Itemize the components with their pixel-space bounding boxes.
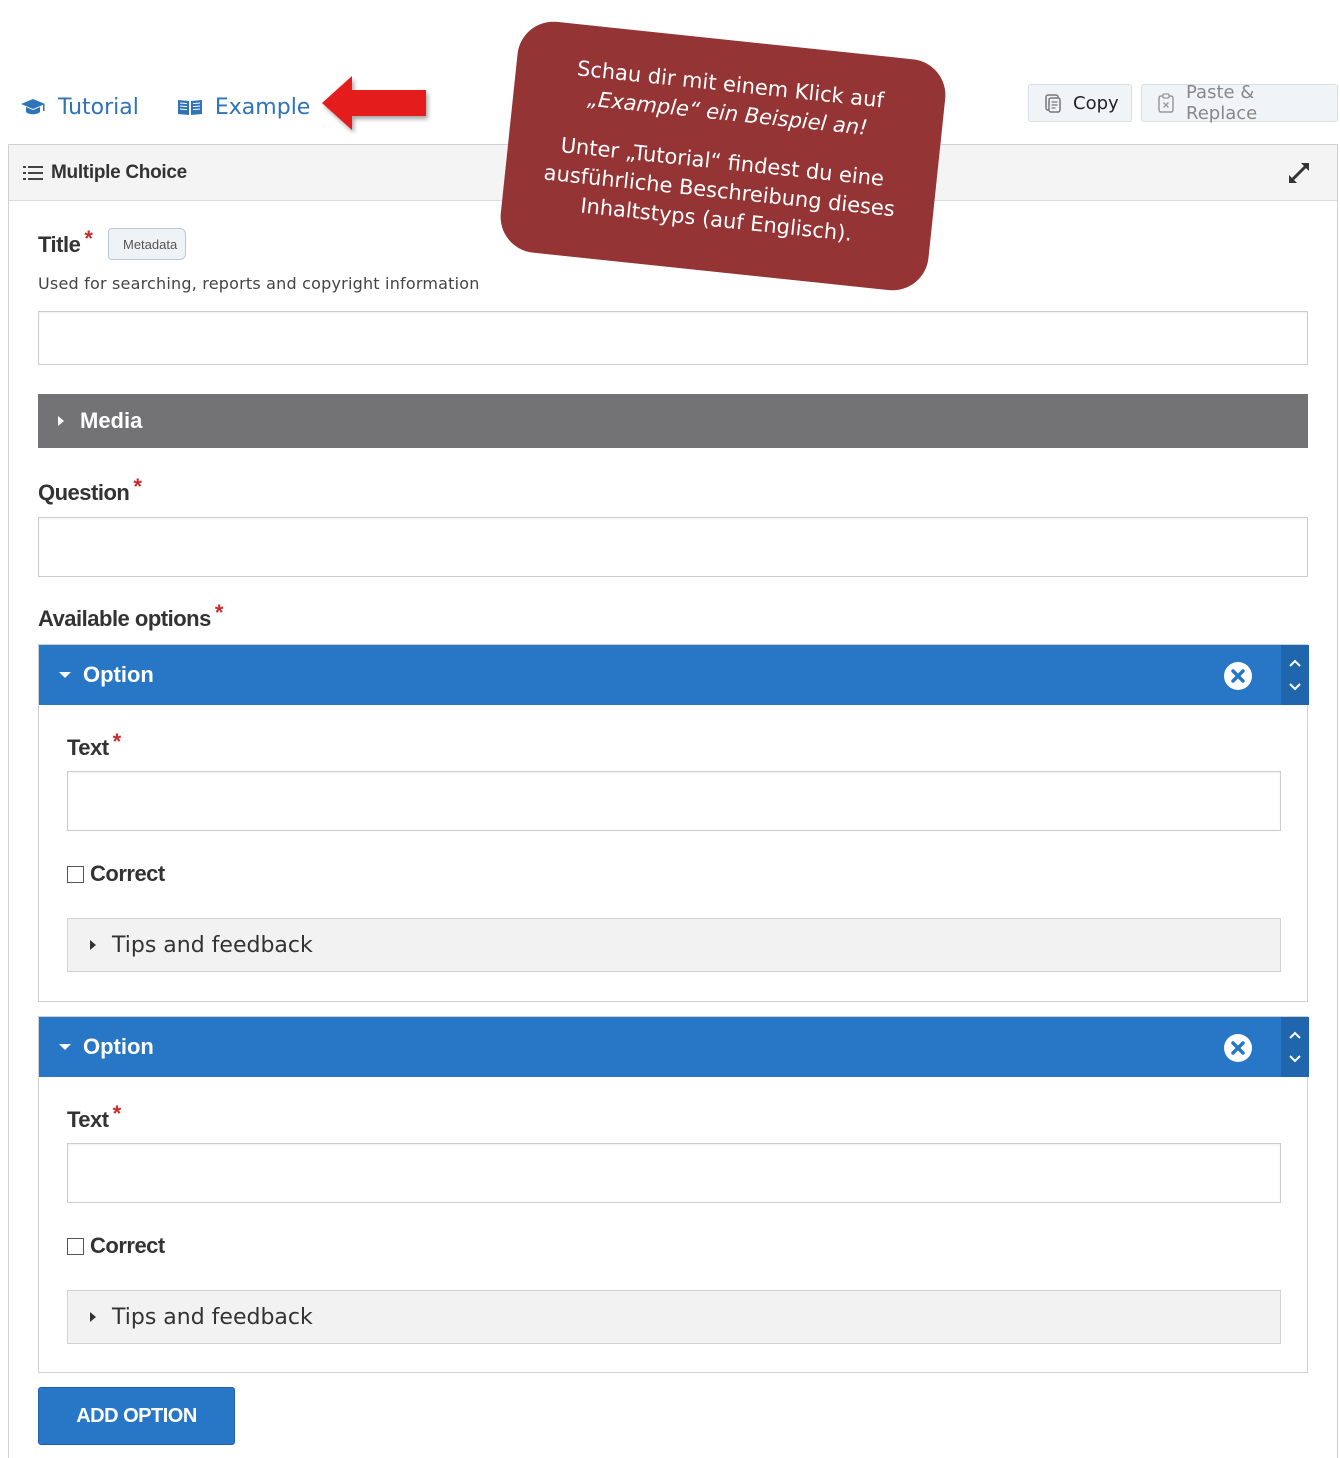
option-text-input[interactable] — [67, 1143, 1281, 1203]
paste-replace-button[interactable]: Paste & Replace — [1141, 82, 1338, 124]
book-open-icon — [177, 98, 203, 116]
correct-checkbox[interactable] — [67, 865, 84, 883]
close-circle-icon[interactable] — [1223, 661, 1253, 697]
expand-icon[interactable] — [1285, 159, 1313, 192]
title-label: Title * — [38, 226, 93, 258]
title-input[interactable] — [38, 311, 1308, 365]
annotation-callout: Schau dir mit einem Klick auf „Example“ … — [497, 18, 949, 294]
example-link[interactable]: Example — [177, 95, 310, 120]
tips-feedback-toggle[interactable]: Tips and feedback — [67, 1290, 1281, 1344]
question-label: Question * — [38, 474, 142, 506]
copy-label: Copy — [1073, 92, 1119, 114]
required-mark: * — [133, 474, 142, 499]
chevron-up-icon[interactable] — [1288, 1023, 1302, 1047]
add-option-button[interactable]: ADD OPTION — [38, 1387, 235, 1445]
question-label-text: Question — [38, 480, 130, 505]
option-header-label: Option — [83, 1034, 154, 1059]
media-label: Media — [80, 408, 143, 433]
paste-icon — [1156, 93, 1176, 113]
option-header-label: Option — [83, 662, 154, 687]
available-options-label-text: Available options — [38, 606, 211, 631]
correct-checkbox-row[interactable]: Correct — [67, 1233, 165, 1259]
option-header[interactable]: Option — [39, 645, 1309, 705]
available-options-label: Available options * — [38, 600, 223, 632]
caret-down-icon — [59, 1044, 71, 1050]
option-item: Option Text * Correct Tips and feedback — [38, 1016, 1309, 1373]
caret-right-icon — [90, 1312, 96, 1322]
option-text-input[interactable] — [67, 771, 1281, 831]
example-label: Example — [214, 94, 311, 120]
paste-replace-label: Paste & Replace — [1186, 82, 1258, 124]
tips-feedback-toggle[interactable]: Tips and feedback — [67, 918, 1281, 972]
option-order-controls — [1281, 645, 1309, 705]
caret-right-icon — [90, 940, 96, 950]
metadata-tag: Metadata — [108, 228, 187, 260]
option-text-label-text: Text — [67, 1107, 109, 1132]
list-icon — [23, 165, 43, 181]
title-description: Used for searching, reports and copyrigh… — [38, 274, 480, 293]
caret-down-icon — [59, 672, 71, 678]
tutorial-link[interactable]: Tutorial — [20, 95, 139, 120]
option-order-controls — [1281, 1017, 1309, 1077]
chevron-down-icon[interactable] — [1288, 675, 1302, 699]
chevron-down-icon[interactable] — [1288, 1047, 1302, 1071]
title-label-text: Title — [38, 232, 81, 257]
copy-button[interactable]: Copy — [1028, 84, 1132, 122]
required-mark: * — [214, 600, 224, 625]
option-text-label: Text * — [67, 1101, 121, 1133]
option-text-label-text: Text — [67, 735, 109, 760]
chevron-up-icon[interactable] — [1288, 651, 1302, 675]
copy-icon — [1043, 93, 1063, 113]
correct-checkbox[interactable] — [67, 1237, 84, 1255]
required-mark: * — [84, 226, 93, 251]
close-circle-icon[interactable] — [1223, 1033, 1253, 1069]
option-item: Option Text * Correct Tips and feedback — [38, 644, 1309, 1002]
graduation-cap-icon — [20, 98, 46, 116]
editor-title: Multiple Choice — [51, 161, 187, 183]
tips-feedback-label: Tips and feedback — [112, 1304, 313, 1330]
top-links: Tutorial Example — [20, 90, 348, 124]
required-mark: * — [112, 729, 122, 754]
red-arrow-icon — [318, 72, 432, 139]
caret-right-icon — [58, 416, 64, 426]
correct-label: Correct — [90, 861, 165, 886]
required-mark: * — [112, 1101, 122, 1126]
option-header[interactable]: Option — [39, 1017, 1309, 1077]
correct-checkbox-row[interactable]: Correct — [67, 861, 165, 887]
tutorial-label: Tutorial — [58, 94, 139, 120]
tips-feedback-label: Tips and feedback — [112, 932, 313, 958]
correct-label: Correct — [90, 1233, 165, 1258]
question-input[interactable] — [38, 517, 1308, 577]
media-section-toggle[interactable]: Media — [38, 394, 1308, 448]
option-text-label: Text * — [67, 729, 121, 761]
